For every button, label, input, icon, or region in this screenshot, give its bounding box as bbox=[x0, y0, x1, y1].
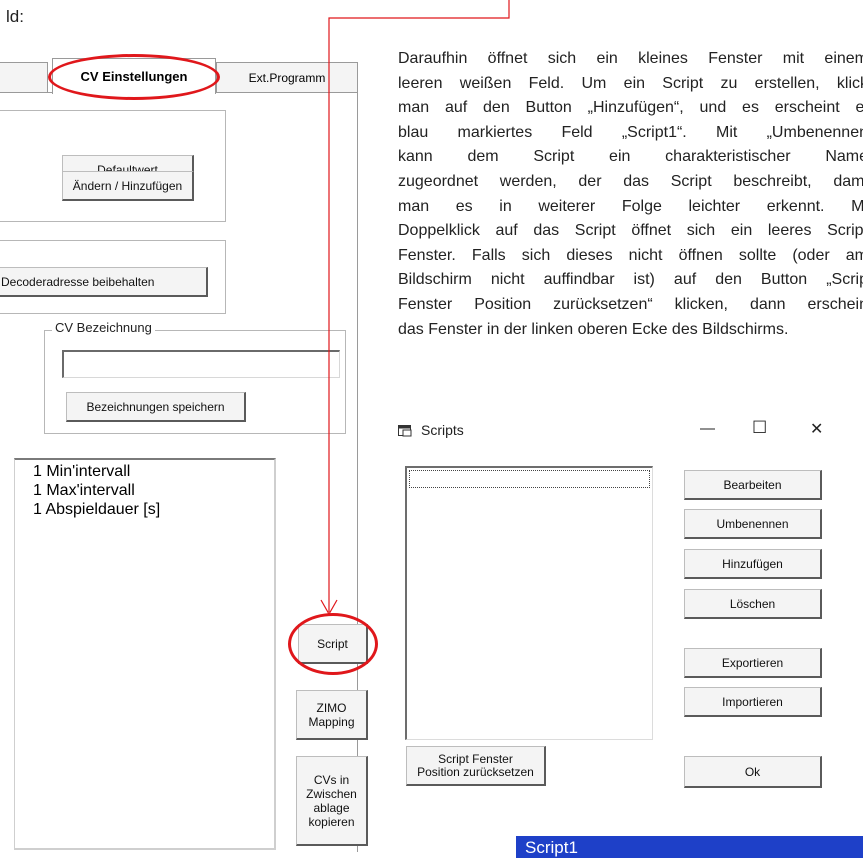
script1-label: Script1 bbox=[525, 838, 578, 857]
maximize-icon[interactable]: ☐ bbox=[752, 418, 767, 438]
script1-selected-item[interactable]: Script1 bbox=[516, 836, 863, 858]
paragraph-line: Daraufhin öffnet sich ein kleines Fenste… bbox=[398, 50, 863, 67]
importieren-button[interactable]: Importieren bbox=[684, 687, 822, 717]
window-icon bbox=[398, 424, 412, 437]
scripts-list[interactable] bbox=[405, 466, 653, 740]
paragraph-line: das Fenster in der linken oberen Ecke de… bbox=[398, 320, 789, 338]
hinzufuegen-button[interactable]: Hinzufügen bbox=[684, 549, 822, 579]
ok-button[interactable]: Ok bbox=[684, 756, 822, 788]
loeschen-button[interactable]: Löschen bbox=[684, 589, 822, 619]
paragraph-line: Doppelklick auf das Script öffnet sich e… bbox=[398, 222, 863, 240]
minimize-icon[interactable]: — bbox=[700, 420, 715, 437]
umbenennen-button[interactable]: Umbenennen bbox=[684, 509, 822, 539]
paragraph-line: blau markiertes Feld „Script1“. Mit „Umb… bbox=[398, 123, 863, 141]
list-focus-item[interactable] bbox=[409, 470, 650, 488]
close-icon[interactable]: ✕ bbox=[810, 419, 823, 439]
instruction-paragraph: Daraufhin öffnet sich ein kleines Fenste… bbox=[398, 47, 863, 342]
window-title: Scripts bbox=[421, 422, 464, 438]
paragraph-line: leeren weißen Feld. Um ein Script zu ers… bbox=[398, 74, 863, 92]
paragraph-line: Bildschirm nicht auffindbar ist) auf den… bbox=[398, 271, 863, 289]
reset-position-button[interactable]: Script Fenster Position zurücksetzen bbox=[406, 746, 546, 786]
bearbeiten-button[interactable]: Bearbeiten bbox=[684, 470, 822, 500]
exportieren-button[interactable]: Exportieren bbox=[684, 648, 822, 678]
paragraph-line: zugeordnet werden, der das Script beschr… bbox=[398, 172, 863, 190]
paragraph-line: kann dem Script ein charakteristischer N… bbox=[398, 148, 863, 166]
paragraph-line: Fenster. Falls sich dieses nicht öffnen … bbox=[398, 246, 863, 264]
paragraph-line: man auf den Button „Hinzufügen“, und es … bbox=[398, 99, 863, 117]
paragraph-line: man es in weiterer Folge leichter erkenn… bbox=[398, 197, 863, 215]
paragraph-line: Fenster Position zurücksetzen“ klicken, … bbox=[398, 295, 863, 313]
